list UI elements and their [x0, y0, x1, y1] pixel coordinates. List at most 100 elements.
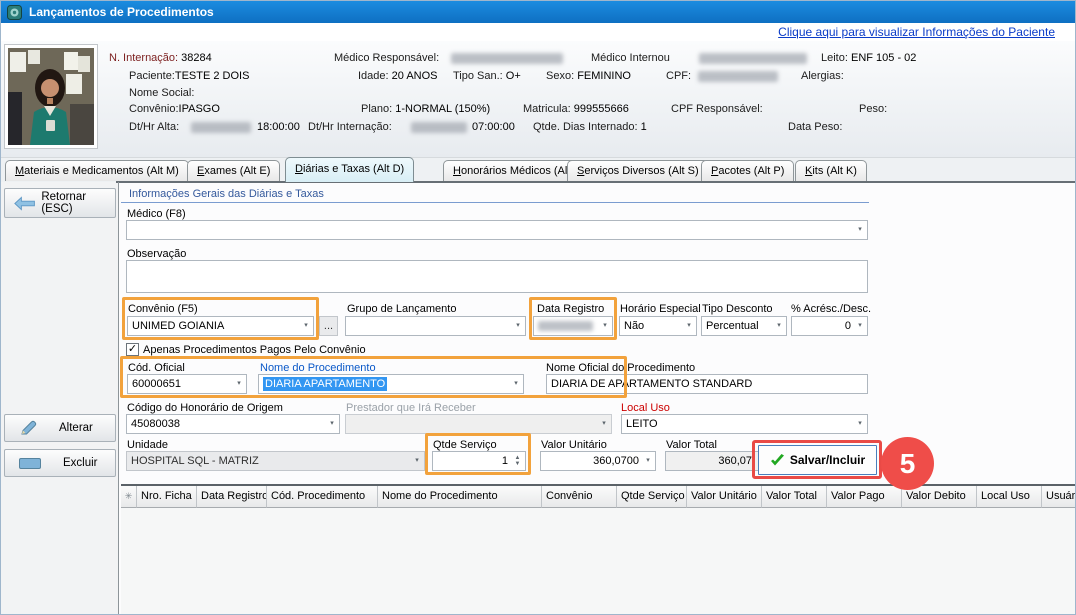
tipo-desconto-combo[interactable]: Percentual ▾	[701, 316, 787, 336]
step-5-badge: 5	[881, 437, 934, 490]
acresc-desc-combo[interactable]: 0 ▾	[791, 316, 868, 336]
observacao-input[interactable]	[126, 260, 868, 293]
col-valor-unitario[interactable]: Valor Unitário	[687, 486, 762, 508]
dropdown-arrow-icon: ▾	[597, 415, 611, 433]
dropdown-arrow-icon[interactable]: ▾	[853, 415, 867, 433]
alterar-button[interactable]: Alterar	[4, 414, 116, 442]
convenio-header-label: Convênio:	[129, 103, 179, 115]
medico-f8-label: Médico (F8)	[127, 208, 186, 220]
back-arrow-icon	[13, 196, 35, 211]
dropdown-arrow-icon[interactable]: ▾	[853, 317, 867, 335]
paciente-label: Paciente:	[129, 70, 175, 82]
field-dt-alta: Dt/Hr Alta:	[129, 121, 179, 133]
tab-servicos-diversos[interactable]: Serviços Diversos (Alt S)	[567, 160, 709, 181]
salvar-incluir-button[interactable]: Salvar/Incluir	[758, 445, 877, 475]
dias-internado-value: 1	[641, 121, 647, 133]
plano-label: Plano:	[361, 103, 392, 115]
dropdown-arrow-icon[interactable]: ▾	[509, 375, 523, 393]
col-valor-pago[interactable]: Valor Pago	[827, 486, 902, 508]
qtde-servico-stepper[interactable]: 1 ▲ ▼	[432, 451, 526, 471]
dropdown-arrow-icon[interactable]: ▾	[299, 317, 313, 335]
convenio-f5-combo[interactable]: UNIMED GOIANIA ▾	[127, 316, 314, 336]
left-sidebar	[1, 182, 119, 615]
sexo-value: FEMININO	[577, 70, 631, 82]
dropdown-arrow-icon[interactable]: ▾	[641, 452, 655, 470]
horario-especial-combo[interactable]: Não ▾	[619, 316, 697, 336]
tab-diarias-e-taxas[interactable]: Diárias e Taxas (Alt D)	[285, 157, 414, 182]
sexo-label: Sexo:	[546, 70, 574, 82]
excluir-button[interactable]: Excluir	[4, 449, 116, 477]
field-sexo: Sexo: FEMININO	[546, 70, 631, 82]
apenas-pagos-checkbox[interactable]: ✓	[126, 343, 139, 356]
valor-unitario-combo[interactable]: 360,0700 ▾	[540, 451, 656, 471]
nome-procedimento-combo[interactable]: DIARIA APARTAMENTO ▾	[258, 374, 524, 394]
dt-alta-time: 18:00:00	[257, 121, 300, 133]
col-convenio[interactable]: Convênio	[542, 486, 617, 508]
cod-oficial-combo[interactable]: 60000651 ▾	[127, 374, 247, 394]
nome-procedimento-label: Nome do Procedimento	[260, 362, 376, 374]
dropdown-arrow-icon[interactable]: ▾	[682, 317, 696, 335]
nome-oficial-input[interactable]: DIARIA DE APARTAMENTO STANDARD	[546, 374, 868, 394]
field-leito: Leito: ENF 105 - 02	[821, 52, 916, 64]
field-medico-responsavel: Médico Responsável:	[334, 52, 439, 64]
col-local-uso[interactable]: Local Uso	[977, 486, 1042, 508]
valor-total-value: 360,07	[718, 455, 752, 467]
observacao-label: Observação	[127, 248, 186, 260]
tab-pacotes[interactable]: Pacotes (Alt P)	[701, 160, 794, 181]
checkmark-icon: ✓	[128, 343, 137, 355]
field-nome-social: Nome Social:	[129, 87, 194, 99]
field-tipo-san: Tipo San.: O+	[453, 70, 521, 82]
local-uso-value: LEITO	[626, 418, 658, 430]
alterar-label: Alterar	[59, 422, 93, 434]
nome-procedimento-value: DIARIA APARTAMENTO	[263, 377, 387, 391]
col-nome-procedimento[interactable]: Nome do Procedimento	[378, 486, 542, 508]
col-nro-ficha[interactable]: Nro. Ficha	[137, 486, 197, 508]
pencil-icon	[19, 420, 37, 437]
cod-honorario-combo[interactable]: 45080038 ▾	[126, 414, 340, 434]
dropdown-arrow-icon[interactable]: ▾	[772, 317, 786, 335]
dropdown-arrow-icon[interactable]: ▾	[598, 317, 612, 335]
convenio-f5-value: UNIMED GOIANIA	[132, 320, 224, 332]
col-usuario[interactable]: Usuário	[1042, 486, 1076, 508]
medico-responsavel-label: Médico Responsável:	[334, 52, 439, 64]
nome-social-label: Nome Social:	[129, 87, 194, 99]
tipo-san-label: Tipo San.:	[453, 70, 503, 82]
patient-info-link[interactable]: Clique aqui para visualizar Informações …	[778, 25, 1055, 39]
local-uso-combo[interactable]: LEITO ▾	[621, 414, 868, 434]
grupo-lancamento-combo[interactable]: ▾	[345, 316, 526, 336]
col-cod-procedimento[interactable]: Cód. Procedimento	[267, 486, 378, 508]
dropdown-arrow-icon[interactable]: ▾	[511, 317, 525, 335]
redacted-cpf	[698, 71, 778, 82]
plano-value: 1-NORMAL (150%)	[395, 103, 490, 115]
paciente-value: TESTE 2 DOIS	[175, 70, 250, 82]
medico-f8-combo[interactable]: ▾	[126, 220, 868, 240]
leito-label: Leito:	[821, 52, 848, 64]
dropdown-arrow-icon[interactable]: ▾	[853, 221, 867, 239]
horario-especial-label: Horário Especial	[620, 303, 701, 315]
section-title: Informações Gerais das Diárias e Taxas	[129, 188, 324, 200]
col-valor-total[interactable]: Valor Total	[762, 486, 827, 508]
dropdown-arrow-icon[interactable]: ▾	[232, 375, 246, 393]
unidade-label: Unidade	[127, 439, 168, 451]
grid-body-empty[interactable]	[121, 508, 1076, 615]
field-cpf-responsavel: CPF Responsável:	[671, 103, 763, 115]
field-dt-alta-time: 18:00:00	[257, 121, 300, 133]
redacted-dt-internacao	[411, 122, 467, 133]
col-data-registro[interactable]: Data Registro	[197, 486, 267, 508]
data-registro-label: Data Registro	[537, 303, 604, 315]
app-icon	[7, 5, 22, 20]
cod-oficial-label: Cód. Oficial	[128, 362, 185, 374]
tab-exames[interactable]: Exames (Alt E)	[187, 160, 280, 181]
field-matricula: Matricula: 999555666	[523, 103, 629, 115]
spinner-arrows-icon[interactable]: ▲ ▼	[511, 452, 524, 470]
tab-materiais-e-medicamentos[interactable]: Materiais e Medicamentos (Alt M)	[5, 160, 189, 181]
field-cpf: CPF:	[666, 70, 691, 82]
unidade-combo: HOSPITAL SQL - MATRIZ ▾	[126, 451, 425, 471]
retornar-button[interactable]: Retornar (ESC)	[4, 188, 116, 218]
col-qtde-servico[interactable]: Qtde Serviço	[617, 486, 687, 508]
convenio-header-value: IPASGO	[179, 103, 220, 115]
tab-kits[interactable]: Kits (Alt K)	[795, 160, 867, 181]
qtde-servico-value: 1	[502, 452, 508, 470]
dropdown-arrow-icon[interactable]: ▾	[325, 415, 339, 433]
convenio-browse-button[interactable]: ...	[319, 316, 338, 336]
